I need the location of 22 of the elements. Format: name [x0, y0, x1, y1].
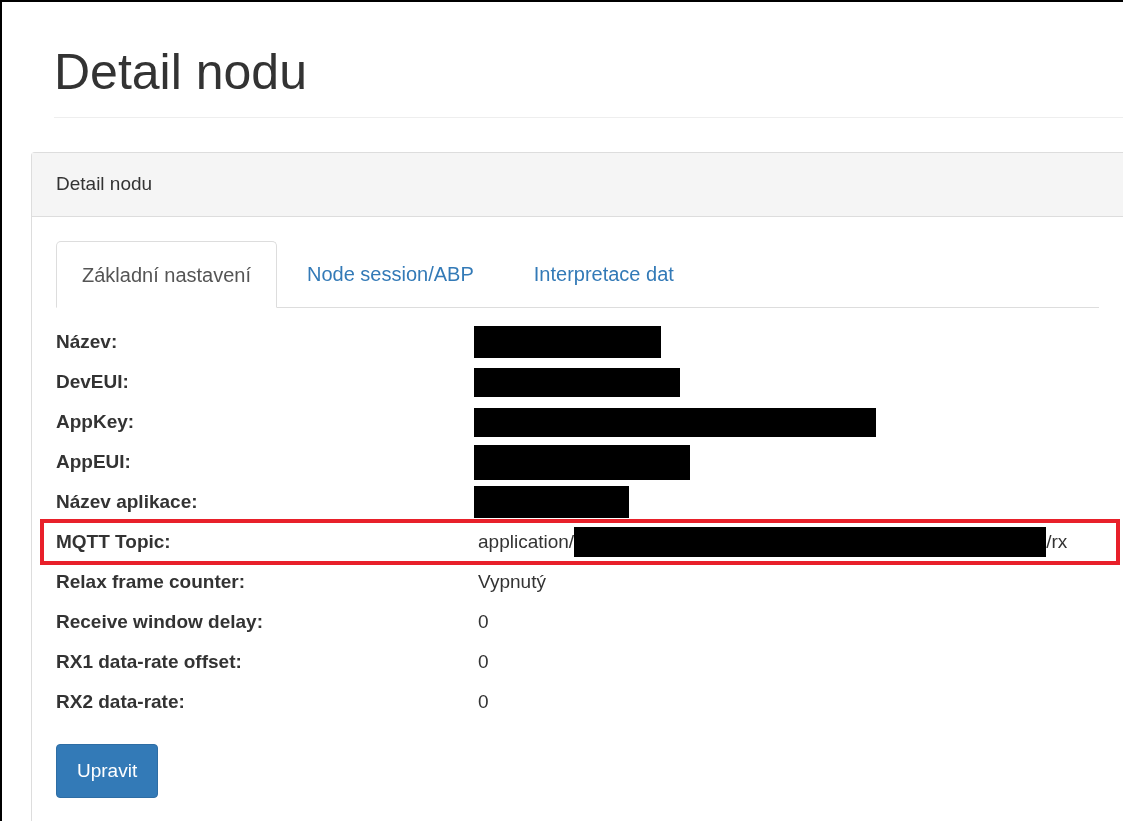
field-label: AppKey:: [56, 409, 136, 434]
field-label: Název aplikace:: [56, 489, 199, 514]
field-label: AppEUI:: [56, 449, 132, 474]
page-title: Detail nodu: [54, 43, 308, 102]
field-value: Vypnutý: [478, 569, 546, 594]
tab[interactable]: Interpretace dat: [503, 241, 704, 307]
field-label: Relax frame counter:: [56, 569, 246, 594]
tab[interactable]: Základní nastavení: [56, 241, 277, 308]
field-value: /rx: [1046, 529, 1068, 554]
field-value: 0: [478, 689, 489, 714]
edit-button[interactable]: Upravit: [56, 744, 159, 798]
field-value: 0: [478, 649, 489, 674]
field-label: Receive window delay:: [56, 609, 264, 634]
field-value: 0: [478, 609, 489, 634]
field-value: application/: [478, 529, 575, 554]
field-label: RX2 data-rate:: [56, 689, 186, 714]
tab[interactable]: Node session/ABP: [277, 241, 504, 307]
field-label: DevEUI:: [56, 369, 130, 394]
field-label: RX1 data-rate offset:: [56, 649, 243, 674]
panel-heading: Detail nodu: [56, 172, 153, 197]
field-label: MQTT Topic:: [56, 529, 172, 554]
field-label: Název:: [56, 329, 119, 354]
